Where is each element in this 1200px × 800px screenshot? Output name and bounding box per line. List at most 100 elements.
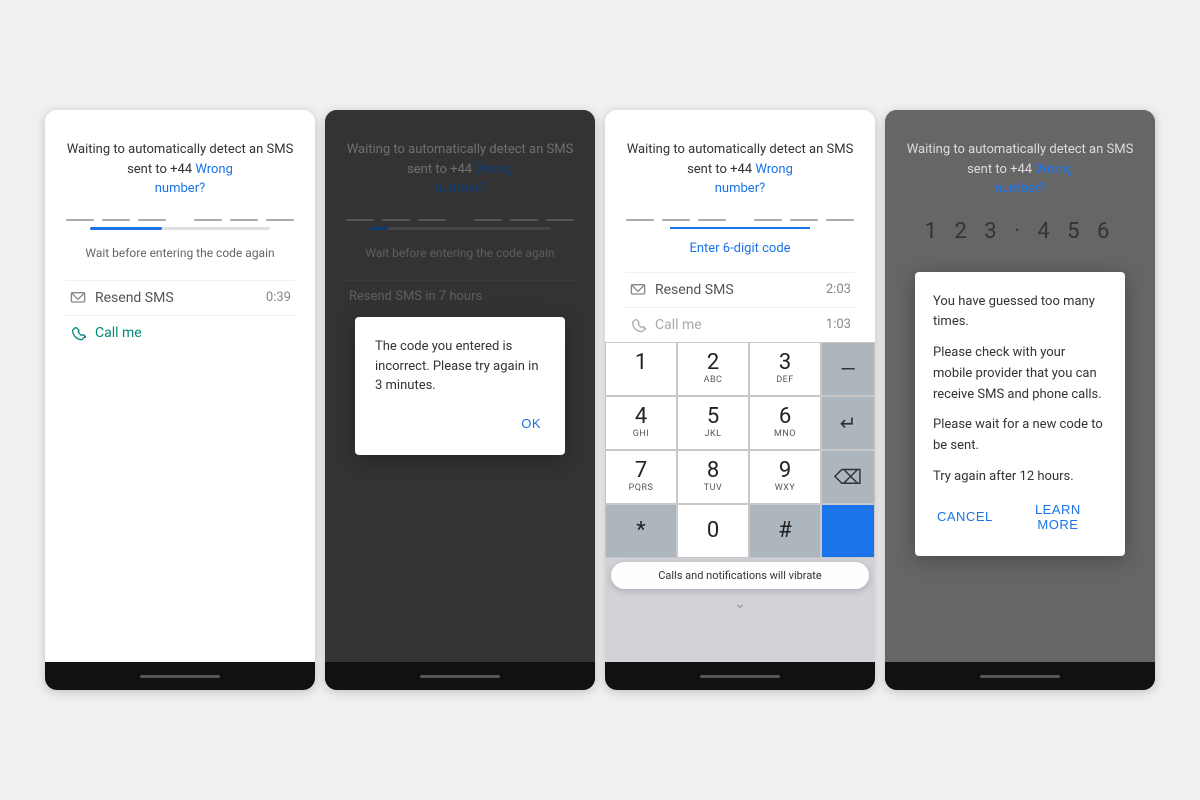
screen1-call-row[interactable]: Call me — [65, 315, 295, 350]
screen1-call-left: Call me — [69, 324, 142, 342]
key-1[interactable]: 1 — [605, 342, 677, 396]
phone-screen-2: Waiting to automatically detect an SMS s… — [325, 110, 595, 690]
screen3-phone-icon — [629, 316, 647, 334]
s3-dash6 — [826, 219, 854, 221]
learn-more-button[interactable]: LEARN MORE — [1009, 498, 1107, 536]
screen1-wrong[interactable]: Wrong — [195, 162, 233, 177]
screen4-dialog-line4: Try again after 12 hours. — [933, 467, 1107, 488]
screen3-call-left: Call me — [629, 316, 702, 334]
key-6[interactable]: 6 MNO — [749, 396, 821, 450]
key-del[interactable]: ⌫ — [821, 450, 875, 504]
screen4-dialog-actions: CANCEL LEARN MORE — [933, 498, 1107, 536]
minus-symbol: — — [840, 357, 856, 381]
screen1-resend-left: Resend SMS — [69, 289, 174, 307]
keyboard-row-1: 1 2 ABC 3 DEF — — [605, 342, 875, 396]
screen1-resend-label: Resend SMS — [95, 290, 174, 306]
key-blue[interactable] — [821, 504, 875, 558]
key-4[interactable]: 4 GHI — [605, 396, 677, 450]
keyboard-row-2: 4 GHI 5 JKL 6 MNO ↵ — [605, 396, 875, 450]
key-backspace-special[interactable]: — — [821, 342, 875, 396]
key-8[interactable]: 8 TUV — [677, 450, 749, 504]
key-8-num: 8 — [707, 460, 719, 482]
home-indicator-2 — [420, 675, 500, 678]
key-5[interactable]: 5 JKL — [677, 396, 749, 450]
key-1-num: 1 — [635, 352, 647, 374]
key-hash-sym: # — [778, 520, 792, 542]
key-7-letters: PQRS — [629, 483, 654, 493]
screen2-ok-button[interactable]: OK — [517, 412, 545, 435]
screen3-number[interactable]: number? — [715, 181, 766, 196]
screen3-underline — [670, 227, 810, 229]
key-5-num: 5 — [707, 406, 719, 428]
key-6-letters: MNO — [774, 429, 796, 439]
dash4 — [194, 219, 222, 221]
screen3-enter-code: Enter 6-digit code — [689, 241, 790, 256]
key-enter-special[interactable]: ↵ — [821, 396, 875, 450]
screen4-code-digits: 1 2 3 · 4 5 6 — [925, 219, 1116, 244]
screen4-header: Waiting to automatically detect an SMS s… — [905, 140, 1135, 199]
screen3-header: Waiting to automatically detect an SMS s… — [625, 140, 855, 199]
s3-dash2 — [662, 219, 690, 221]
key-9-num: 9 — [779, 460, 791, 482]
key-9[interactable]: 9 WXY — [749, 450, 821, 504]
key-2-num: 2 — [707, 352, 719, 374]
key-7-num: 7 — [635, 460, 647, 482]
screen2-dialog-actions: OK — [375, 412, 545, 435]
dash5 — [230, 219, 258, 221]
screen2-dialog: The code you entered is incorrect. Pleas… — [355, 317, 565, 455]
s3-dash5 — [790, 219, 818, 221]
key-3[interactable]: 3 DEF — [749, 342, 821, 396]
key-star[interactable]: * — [605, 504, 677, 558]
screen1-content: Waiting to automatically detect an SMS s… — [45, 110, 315, 662]
screen3-call-timer: 1:03 — [826, 317, 851, 332]
key-hash[interactable]: # — [749, 504, 821, 558]
screen2-dialog-text: The code you entered is incorrect. Pleas… — [375, 337, 545, 396]
screen4-dialog-line2: Please check with your mobile provider t… — [933, 343, 1107, 405]
screen4-wrong[interactable]: Wrong — [1035, 162, 1073, 177]
del-symbol: ⌫ — [834, 465, 862, 489]
s3-dash3 — [698, 219, 726, 221]
key-4-num: 4 — [635, 406, 647, 428]
key-2[interactable]: 2 ABC — [677, 342, 749, 396]
screen1-number[interactable]: number? — [155, 181, 206, 196]
screen3-content: Waiting to automatically detect an SMS s… — [605, 110, 875, 342]
screen4-dialog-line3: Please wait for a new code to be sent. — [933, 415, 1107, 457]
toast-text: Calls and notifications will vibrate — [658, 569, 822, 582]
key-9-letters: WXY — [775, 483, 796, 493]
dash3 — [138, 219, 166, 221]
cancel-button[interactable]: CANCEL — [933, 498, 997, 536]
screen3-resend-row[interactable]: Resend SMS 2:03 — [625, 272, 855, 307]
screen2-bottom-bar — [325, 662, 595, 690]
screen4-number[interactable]: number? — [995, 181, 1046, 196]
key-0-num: 0 — [707, 520, 719, 542]
screen3-wrong[interactable]: Wrong — [755, 162, 793, 177]
screen1-call-label: Call me — [95, 325, 142, 341]
screen1-header: Waiting to automatically detect an SMS s… — [65, 140, 295, 199]
home-indicator-4 — [980, 675, 1060, 678]
phone-icon — [69, 324, 87, 342]
key-1-letters — [640, 375, 643, 385]
screen4-dialog: You have guessed too many times. Please … — [915, 272, 1125, 556]
return-symbol: ↵ — [840, 411, 857, 435]
screen3-call-label: Call me — [655, 317, 702, 333]
key-4-letters: GHI — [633, 429, 650, 439]
chevron-down[interactable]: ⌄ — [605, 593, 875, 615]
phone-screen-3: Waiting to automatically detect an SMS s… — [605, 110, 875, 690]
key-7[interactable]: 7 PQRS — [605, 450, 677, 504]
screen3-keyboard: 1 2 ABC 3 DEF — 4 GHI — [605, 342, 875, 663]
key-0[interactable]: 0 — [677, 504, 749, 558]
key-2-letters: ABC — [704, 375, 723, 385]
phone-screen-1: Waiting to automatically detect an SMS s… — [45, 110, 315, 690]
dash1 — [66, 219, 94, 221]
screen3-code-dashes — [626, 219, 854, 221]
s3-dash1 — [626, 219, 654, 221]
key-5-letters: JKL — [705, 429, 722, 439]
phone-screen-4: Waiting to automatically detect an SMS s… — [885, 110, 1155, 690]
screen3-call-row[interactable]: Call me 1:03 — [625, 307, 855, 342]
key-6-num: 6 — [779, 406, 791, 428]
screen1-code-dashes — [66, 219, 294, 221]
screen1-resend-row[interactable]: Resend SMS 0:39 — [65, 280, 295, 315]
dash6 — [266, 219, 294, 221]
screen3-bottom-bar — [605, 662, 875, 690]
screen3-resend-left: Resend SMS — [629, 281, 734, 299]
